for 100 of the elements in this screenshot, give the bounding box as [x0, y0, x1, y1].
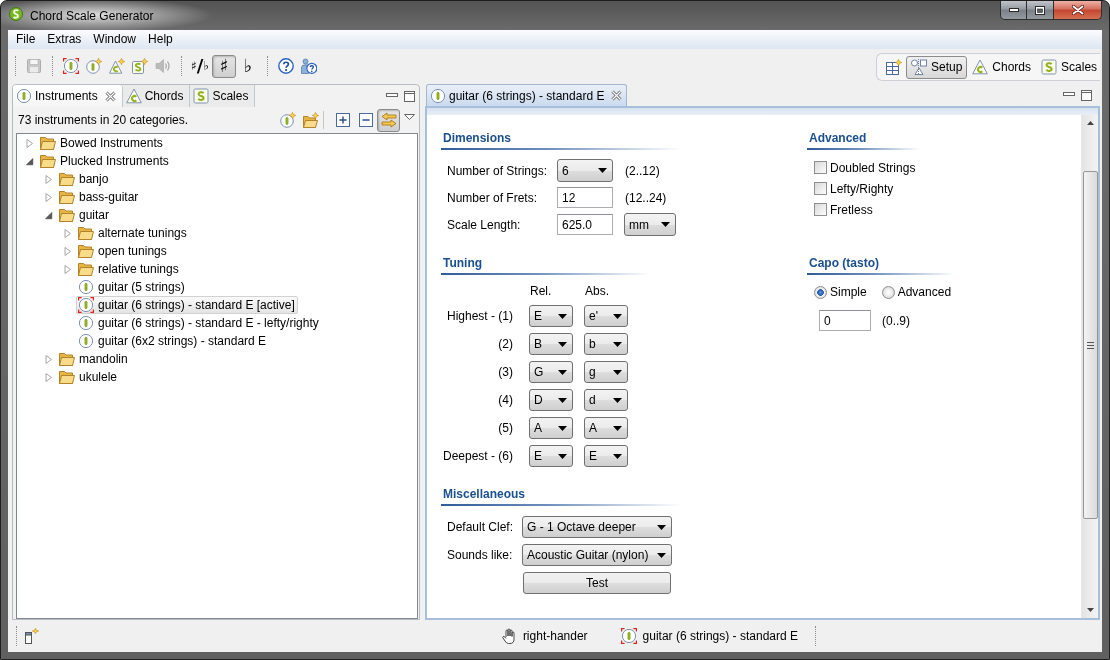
- triangle-down-icon[interactable]: [26, 156, 34, 166]
- caret-icon: [613, 425, 622, 431]
- tree-item[interactable]: Bowed Instruments: [38, 134, 166, 152]
- table-sparkle-icon[interactable]: [886, 59, 902, 75]
- dropdown[interactable]: A: [584, 417, 628, 439]
- c-triangle-sparkle-icon: [108, 58, 125, 74]
- caret-icon: [558, 397, 567, 403]
- i-circle-marked-icon: [62, 58, 79, 74]
- checkbox[interactable]: [814, 203, 827, 216]
- tree-item[interactable]: banjo: [57, 170, 112, 188]
- triangle-down-icon[interactable]: [45, 210, 53, 220]
- triangle-right-icon[interactable]: [45, 354, 53, 364]
- menu-item[interactable]: Help: [142, 31, 179, 48]
- window-title: Chord Scale Generator: [30, 8, 154, 24]
- dropdown[interactable]: E: [584, 445, 628, 467]
- tree-item[interactable]: guitar (5 strings): [76, 278, 188, 296]
- dropdown[interactable]: G - 1 Octave deeper: [522, 516, 672, 538]
- field-label: Default Clef:: [447, 520, 515, 534]
- radio-button[interactable]: [814, 285, 827, 299]
- maximize-icon[interactable]: [404, 90, 415, 102]
- window-sparkle-icon[interactable]: [24, 628, 39, 644]
- perspective-button[interactable]: Setup: [906, 55, 968, 79]
- toolbar-button[interactable]: [377, 108, 400, 132]
- floppy-icon: [25, 58, 42, 74]
- close-button[interactable]: [1054, 1, 1102, 20]
- triangle-right-icon[interactable]: [64, 228, 72, 238]
- column-header: Abs.: [584, 284, 610, 298]
- dropdown[interactable]: A: [529, 417, 573, 439]
- caret-icon: [598, 168, 607, 173]
- perspective-button[interactable]: Scales: [1036, 55, 1103, 79]
- radio-label: Advanced: [897, 285, 952, 299]
- tree-item[interactable]: relative tunings: [76, 260, 182, 278]
- menu-item[interactable]: Extras: [41, 31, 88, 48]
- dropdown[interactable]: E: [529, 305, 573, 327]
- tree-item[interactable]: bass-guitar: [57, 188, 142, 206]
- maximize-button[interactable]: [1027, 1, 1054, 20]
- tab[interactable]: Scales: [190, 85, 256, 107]
- range-hint: (2..12): [625, 163, 660, 178]
- triangle-right-icon[interactable]: [26, 138, 34, 148]
- caret-icon: [558, 425, 567, 431]
- text-field[interactable]: 0: [819, 310, 871, 331]
- dropdown[interactable]: G: [529, 361, 573, 383]
- tree-item[interactable]: guitar (6 strings) - standard E [active]: [76, 296, 298, 314]
- perspective-button[interactable]: Chords: [967, 55, 1037, 79]
- triangle-right-icon[interactable]: [45, 174, 53, 184]
- tree-item[interactable]: guitar (6x2 strings) - standard E: [76, 332, 270, 350]
- toolbar-button[interactable]: ♯: [212, 54, 236, 78]
- tree-item[interactable]: mandolin: [57, 350, 131, 368]
- arrow-down-icon[interactable]: [1086, 608, 1094, 612]
- dropdown[interactable]: d: [584, 389, 628, 411]
- arrow-up-icon[interactable]: [1086, 121, 1094, 125]
- checkbox[interactable]: [814, 182, 827, 195]
- scrollbar-thumb[interactable]: [1082, 171, 1098, 519]
- close-icon[interactable]: [611, 90, 623, 101]
- dropdown[interactable]: E: [529, 445, 573, 467]
- summary-text: 73 instruments in 20 categories.: [18, 113, 189, 127]
- folder-icon: [78, 226, 94, 240]
- dropdown[interactable]: e': [584, 305, 628, 327]
- checkbox[interactable]: [814, 161, 827, 174]
- maximize-icon[interactable]: [1081, 89, 1092, 101]
- menu-item[interactable]: Window: [87, 31, 143, 48]
- tree-item[interactable]: guitar: [57, 206, 113, 224]
- dropdown-triangle-icon[interactable]: [404, 114, 415, 120]
- triangle-right-icon[interactable]: [64, 264, 72, 274]
- scrollbar[interactable]: [1081, 115, 1098, 618]
- dropdown[interactable]: 6: [557, 159, 613, 182]
- swap-arrows-icon: [380, 112, 397, 128]
- string-label: (4): [497, 393, 513, 407]
- dropdown[interactable]: B: [529, 333, 573, 355]
- test-button[interactable]: Test: [523, 572, 671, 594]
- tree-item[interactable]: Plucked Instruments: [38, 152, 172, 170]
- tree-item[interactable]: ukulele: [57, 368, 121, 386]
- menu-item[interactable]: File: [10, 31, 42, 48]
- tree-item[interactable]: open tunings: [76, 242, 170, 260]
- text-field[interactable]: 12: [557, 187, 613, 208]
- dropdown[interactable]: g: [584, 361, 628, 383]
- triangle-right-icon[interactable]: [45, 192, 53, 202]
- tab[interactable]: Instruments: [13, 85, 123, 107]
- folder-icon: [78, 244, 94, 258]
- tab[interactable]: Chords: [122, 85, 191, 107]
- tab[interactable]: guitar (6 strings) - standard E: [426, 84, 628, 106]
- close-icon[interactable]: [104, 90, 116, 102]
- caret-icon: [657, 524, 666, 530]
- triangle-right-icon[interactable]: [64, 246, 72, 256]
- speaker-icon: [154, 58, 171, 74]
- minimize-icon[interactable]: [386, 92, 398, 97]
- dropdown[interactable]: b: [584, 333, 628, 355]
- minimize-button[interactable]: [1000, 1, 1027, 20]
- toolbar-button[interactable]: ♭: [236, 54, 260, 78]
- text-field[interactable]: 625.0: [557, 214, 613, 235]
- minimize-icon[interactable]: [1063, 91, 1075, 96]
- dropdown[interactable]: Acoustic Guitar (nylon): [522, 544, 672, 566]
- tree-item[interactable]: guitar (6 strings) - standard E - lefty/righty: [76, 314, 322, 332]
- radio-button[interactable]: [881, 285, 895, 299]
- dropdown[interactable]: D: [529, 389, 573, 411]
- dropdown[interactable]: mm: [624, 213, 676, 236]
- triangle-right-icon[interactable]: [45, 372, 53, 382]
- tree-item[interactable]: alternate tunings: [76, 224, 190, 242]
- caret-icon: [613, 453, 622, 459]
- caret-icon: [613, 341, 622, 347]
